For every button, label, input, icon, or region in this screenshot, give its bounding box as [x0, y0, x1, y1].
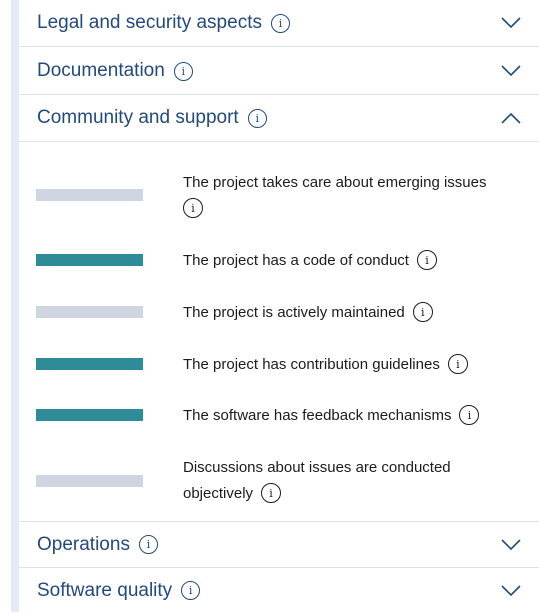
- status-bar: [36, 306, 143, 318]
- section-title: Software quality: [37, 579, 173, 601]
- chevron-down-icon[interactable]: [501, 65, 521, 77]
- status-bar: [36, 409, 143, 421]
- info-icon[interactable]: i: [183, 198, 203, 219]
- status-bar: [36, 358, 143, 370]
- info-icon[interactable]: i: [181, 581, 201, 600]
- section-community-support[interactable]: Community and support i: [19, 95, 539, 142]
- chevron-down-icon[interactable]: [501, 584, 521, 597]
- item-label: The software has feedback mechanisms: [183, 407, 452, 424]
- section-legal-security[interactable]: Legal and security aspects i: [19, 0, 539, 47]
- chevron-down-icon[interactable]: [501, 17, 521, 29]
- item-label: The project takes care about emerging is…: [183, 174, 487, 191]
- panel-left-border: [11, 0, 19, 612]
- section-title: Community and support: [37, 107, 239, 128]
- info-icon[interactable]: i: [447, 354, 468, 375]
- status-bar: [36, 254, 143, 266]
- chevron-up-icon[interactable]: [501, 112, 521, 124]
- info-icon[interactable]: i: [261, 483, 282, 504]
- item-label: Discussions about issues are conducted o…: [183, 459, 451, 502]
- section-documentation[interactable]: Documentation i: [19, 48, 539, 95]
- info-icon[interactable]: i: [416, 250, 437, 271]
- section-software-quality[interactable]: Software quality i: [19, 567, 539, 614]
- chevron-down-icon[interactable]: [501, 538, 521, 551]
- section-title: Legal and security aspects: [37, 12, 262, 33]
- info-icon[interactable]: i: [270, 13, 290, 33]
- section-title: Documentation: [37, 60, 165, 81]
- section-title: Operations: [37, 533, 130, 555]
- status-bar: [36, 189, 143, 201]
- item-label: The project has contribution guidelines: [183, 356, 440, 373]
- info-icon[interactable]: i: [412, 302, 433, 323]
- item-label: The project has a code of conduct: [183, 252, 409, 269]
- section-operations[interactable]: Operations i: [19, 521, 539, 568]
- info-icon[interactable]: i: [138, 535, 158, 554]
- item-label: The project is actively maintained: [183, 304, 405, 321]
- info-icon[interactable]: i: [459, 405, 480, 426]
- status-bar: [36, 475, 143, 487]
- info-icon[interactable]: i: [247, 108, 267, 128]
- info-icon[interactable]: i: [173, 61, 193, 81]
